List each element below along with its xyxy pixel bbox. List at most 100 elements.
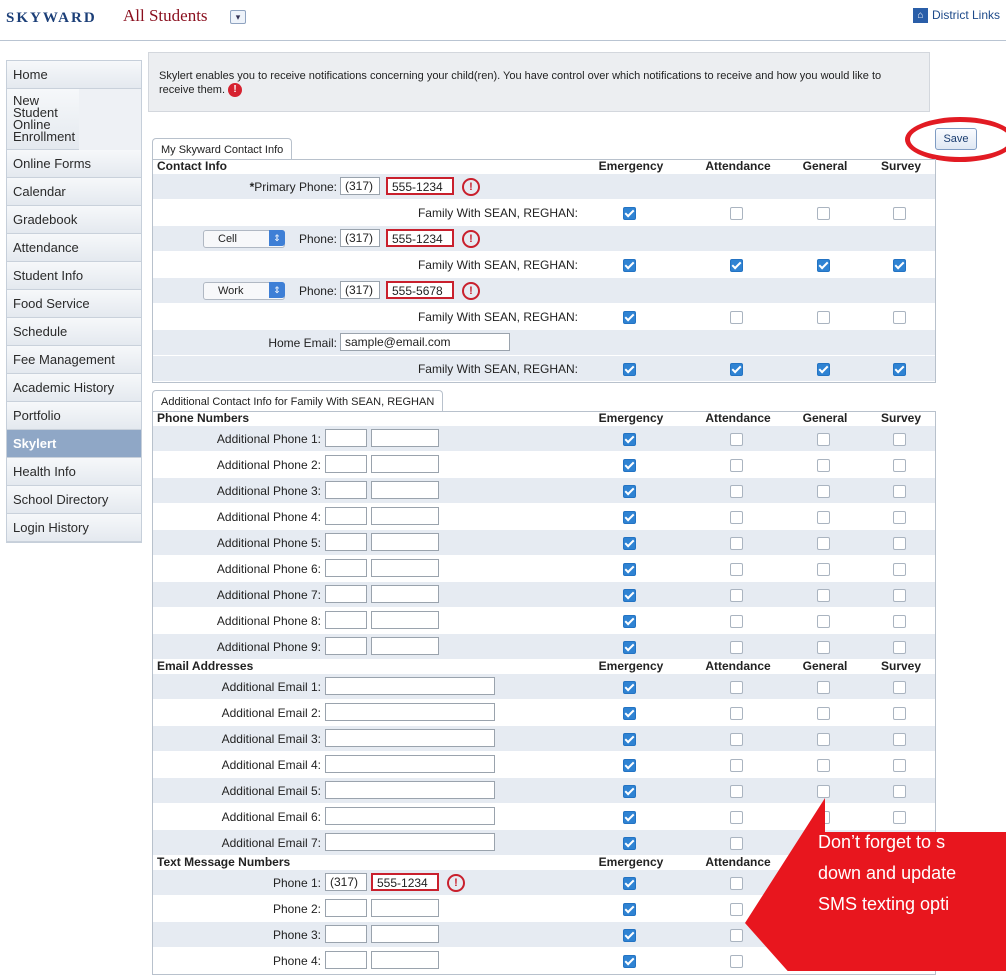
phone-number-input[interactable]	[371, 899, 439, 917]
notify-checkbox-general[interactable]	[817, 589, 830, 602]
sidebar-item-new-student-online-enrollment[interactable]: New Student Online Enrollment	[7, 89, 79, 150]
tab-my-skyward-contact-info[interactable]: My Skyward Contact Info	[152, 138, 293, 159]
notify-checkbox-attendance[interactable]	[730, 641, 743, 654]
notify-checkbox-survey[interactable]	[893, 511, 906, 524]
tab-additional-contact-info[interactable]: Additional Contact Info for Family With …	[152, 390, 444, 411]
phone-number-input[interactable]	[371, 481, 439, 499]
notify-checkbox-emergency[interactable]	[623, 433, 636, 446]
skyward-logo[interactable]: SKYWARD	[6, 10, 97, 27]
notify-checkbox-general[interactable]	[817, 207, 830, 220]
notify-checkbox-survey[interactable]	[893, 707, 906, 720]
area-code-input[interactable]	[325, 611, 367, 629]
notify-checkbox-emergency[interactable]	[623, 785, 636, 798]
notify-checkbox-attendance[interactable]	[730, 811, 743, 824]
notify-checkbox-emergency[interactable]	[623, 511, 636, 524]
notify-checkbox-general[interactable]	[817, 485, 830, 498]
district-links-link[interactable]: ⌂ District Links	[912, 8, 1000, 24]
sidebar-item-gradebook[interactable]: Gradebook	[7, 206, 141, 234]
sidebar-item-attendance[interactable]: Attendance	[7, 234, 141, 262]
additional-email-input[interactable]	[325, 755, 495, 773]
notify-checkbox-attendance[interactable]	[730, 681, 743, 694]
phone-number-input[interactable]	[371, 507, 439, 525]
phone-number-input[interactable]: 555-1234	[371, 873, 439, 891]
sidebar-item-skylert[interactable]: Skylert	[7, 430, 141, 458]
additional-email-input[interactable]	[325, 703, 495, 721]
sidebar-item-health-info[interactable]: Health Info	[7, 458, 141, 486]
notify-checkbox-survey[interactable]	[893, 759, 906, 772]
notify-checkbox-general[interactable]	[817, 681, 830, 694]
phone-number-input[interactable]	[371, 951, 439, 969]
notify-checkbox-attendance[interactable]	[730, 207, 743, 220]
area-code-input[interactable]: (317)	[340, 281, 380, 299]
notify-checkbox-attendance[interactable]	[730, 259, 743, 272]
phone-number-input[interactable]: 555-1234	[386, 177, 454, 195]
notify-checkbox-general[interactable]	[817, 311, 830, 324]
notify-checkbox-general[interactable]	[817, 363, 830, 376]
sidebar-item-academic-history[interactable]: Academic History	[7, 374, 141, 402]
area-code-input[interactable]	[325, 899, 367, 917]
notify-checkbox-attendance[interactable]	[730, 837, 743, 850]
notify-checkbox-attendance[interactable]	[730, 955, 743, 968]
sidebar-item-student-info[interactable]: Student Info	[7, 262, 141, 290]
notify-checkbox-emergency[interactable]	[623, 589, 636, 602]
notify-checkbox-attendance[interactable]	[730, 563, 743, 576]
notify-checkbox-general[interactable]	[817, 563, 830, 576]
notify-checkbox-attendance[interactable]	[730, 589, 743, 602]
notify-checkbox-attendance[interactable]	[730, 759, 743, 772]
phone-type-select[interactable]: Work ⇕	[203, 282, 285, 300]
additional-email-input[interactable]	[325, 833, 495, 851]
notify-checkbox-survey[interactable]	[893, 459, 906, 472]
notify-checkbox-attendance[interactable]	[730, 459, 743, 472]
notify-checkbox-emergency[interactable]	[623, 929, 636, 942]
notify-checkbox-attendance[interactable]	[730, 903, 743, 916]
area-code-input[interactable]	[325, 925, 367, 943]
notify-checkbox-survey[interactable]	[893, 311, 906, 324]
notify-checkbox-survey[interactable]	[893, 589, 906, 602]
notify-checkbox-general[interactable]	[817, 615, 830, 628]
notify-checkbox-survey[interactable]	[893, 537, 906, 550]
notify-checkbox-emergency[interactable]	[623, 733, 636, 746]
notify-checkbox-general[interactable]	[817, 759, 830, 772]
notify-checkbox-emergency[interactable]	[623, 459, 636, 472]
phone-number-input[interactable]	[371, 637, 439, 655]
notify-checkbox-attendance[interactable]	[730, 733, 743, 746]
area-code-input[interactable]: (317)	[340, 229, 380, 247]
notify-checkbox-attendance[interactable]	[730, 363, 743, 376]
notify-checkbox-survey[interactable]	[893, 485, 906, 498]
notify-checkbox-survey[interactable]	[893, 733, 906, 746]
notify-checkbox-emergency[interactable]	[623, 811, 636, 824]
sidebar-item-fee-management[interactable]: Fee Management	[7, 346, 141, 374]
sidebar-item-schedule[interactable]: Schedule	[7, 318, 141, 346]
notify-checkbox-emergency[interactable]	[623, 641, 636, 654]
notify-checkbox-emergency[interactable]	[623, 311, 636, 324]
notify-checkbox-emergency[interactable]	[623, 485, 636, 498]
student-selector-title[interactable]: All Students	[123, 6, 208, 26]
sidebar-item-portfolio[interactable]: Portfolio	[7, 402, 141, 430]
notify-checkbox-emergency[interactable]	[623, 707, 636, 720]
notify-checkbox-survey[interactable]	[893, 259, 906, 272]
phone-number-input[interactable]	[371, 455, 439, 473]
notify-checkbox-general[interactable]	[817, 459, 830, 472]
notify-checkbox-survey[interactable]	[893, 641, 906, 654]
info-bubble-icon[interactable]: !	[228, 83, 243, 98]
notify-checkbox-survey[interactable]	[893, 681, 906, 694]
notify-checkbox-emergency[interactable]	[623, 955, 636, 968]
phone-number-input[interactable]	[371, 585, 439, 603]
area-code-input[interactable]	[325, 481, 367, 499]
notify-checkbox-emergency[interactable]	[623, 537, 636, 550]
notify-checkbox-emergency[interactable]	[623, 615, 636, 628]
sidebar-item-calendar[interactable]: Calendar	[7, 178, 141, 206]
notify-checkbox-general[interactable]	[817, 537, 830, 550]
notify-checkbox-general[interactable]	[817, 707, 830, 720]
notify-checkbox-emergency[interactable]	[623, 903, 636, 916]
notify-checkbox-emergency[interactable]	[623, 563, 636, 576]
chevron-down-icon[interactable]: ▾	[230, 10, 246, 24]
notify-checkbox-attendance[interactable]	[730, 433, 743, 446]
notify-checkbox-emergency[interactable]	[623, 759, 636, 772]
notify-checkbox-attendance[interactable]	[730, 785, 743, 798]
notify-checkbox-attendance[interactable]	[730, 615, 743, 628]
phone-number-input[interactable]	[371, 429, 439, 447]
notify-checkbox-attendance[interactable]	[730, 485, 743, 498]
notify-checkbox-attendance[interactable]	[730, 877, 743, 890]
notify-checkbox-general[interactable]	[817, 785, 830, 798]
